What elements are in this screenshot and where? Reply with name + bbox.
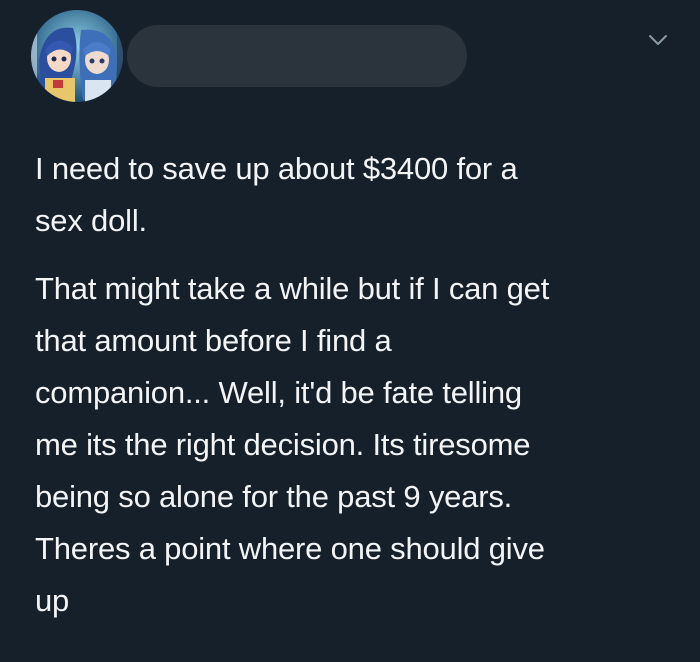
tweet-body: I need to save up about $3400 for a sex …	[35, 143, 675, 627]
avatar[interactable]	[31, 10, 123, 102]
tweet-menu-button[interactable]	[646, 28, 670, 52]
tweet-card: I need to save up about $3400 for a sex …	[0, 0, 700, 662]
tweet-paragraph: I need to save up about $3400 for a sex …	[35, 151, 518, 238]
redacted-username	[127, 25, 467, 87]
tweet-paragraph: That might take a while but if I can get…	[35, 271, 550, 618]
anime-character-avatar-icon	[31, 10, 123, 102]
chevron-down-icon	[649, 35, 667, 45]
